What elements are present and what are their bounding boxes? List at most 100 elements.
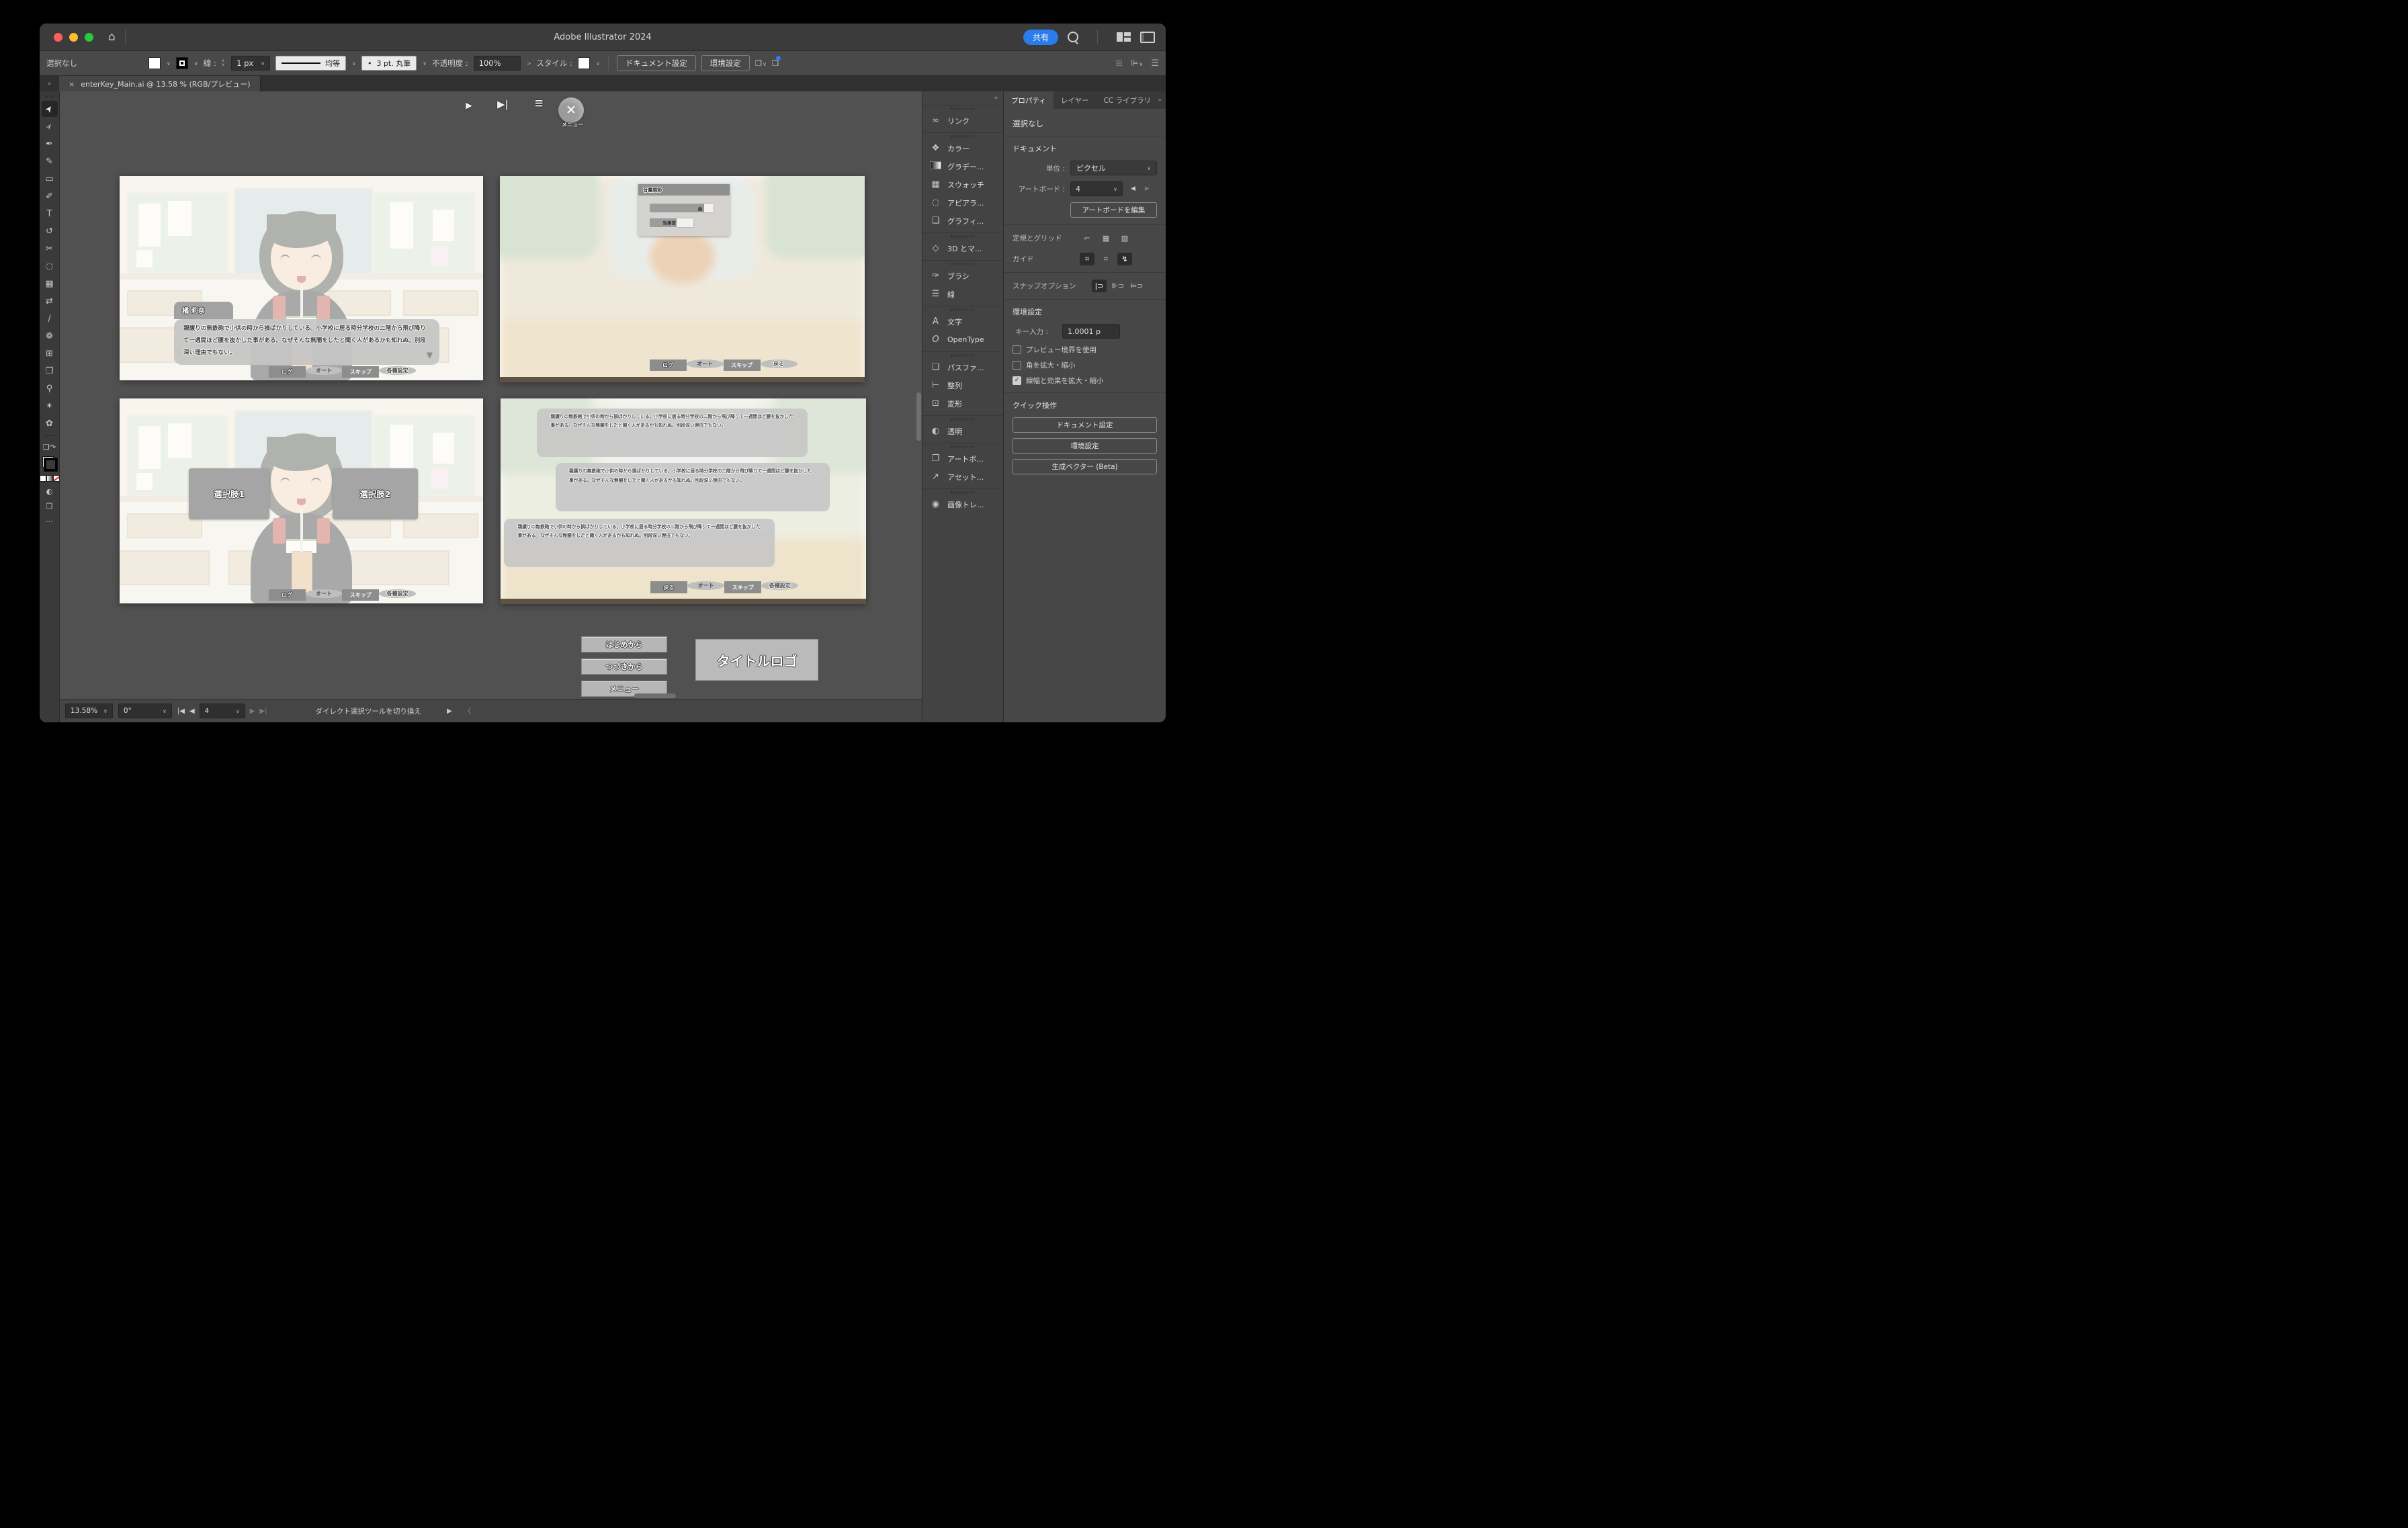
snap-to-pixel-icon[interactable]: ⊨⊃	[1129, 280, 1144, 292]
choice-1-button[interactable]: 選択肢1	[189, 468, 270, 519]
search-icon[interactable]	[1068, 32, 1078, 42]
blob-brush-tool[interactable]: ✿	[42, 415, 58, 431]
export-icon[interactable]: ❒	[772, 58, 779, 68]
auto-button[interactable]: オート	[687, 359, 724, 368]
draw-mode-icon[interactable]: ❏↷	[42, 440, 58, 454]
snap-to-point-icon[interactable]: |⊃	[1092, 280, 1107, 292]
width-tool[interactable]: ⇄	[42, 293, 58, 309]
stroke-swatch[interactable]	[176, 57, 188, 69]
chevron-down-icon[interactable]: ∨	[423, 60, 427, 67]
more-tools-icon[interactable]: ⋯	[42, 514, 58, 527]
home-icon[interactable]: ⌂	[108, 32, 116, 43]
unit-select[interactable]: ピクセル∨	[1070, 161, 1157, 175]
prev-artboard-icon[interactable]: ◀	[189, 708, 195, 715]
blend-tool[interactable]: ❁	[42, 328, 58, 344]
color-mode-buttons[interactable]	[40, 475, 60, 482]
share-button[interactable]: 共有	[1023, 30, 1058, 45]
arrange-documents-icon[interactable]: ⊞	[1115, 58, 1123, 69]
panel-grip[interactable]	[951, 263, 974, 265]
panel-grip[interactable]	[951, 418, 974, 421]
eyedropper-tool[interactable]: ∕	[42, 310, 58, 327]
zoom-level-select[interactable]: 13.58%∨	[65, 704, 113, 718]
artboard-number-field[interactable]: 4∨	[1070, 181, 1123, 196]
dialogue-box[interactable]: 親譲りの無鉄砲で小供の時から損ばかりしている。小学校に居る時分学校の二階から飛び…	[174, 319, 439, 365]
status-chevron-icon[interactable]: 〈	[464, 706, 472, 716]
quick-document-setup-button[interactable]: ドキュメント設定	[1013, 417, 1157, 433]
smart-guides-icon[interactable]: ↯	[1117, 253, 1132, 265]
artboard-tool[interactable]: ❒	[42, 363, 58, 379]
document-tab[interactable]: × enterKey_Main.ai @ 13.58 % (RGB/プレビュー)	[59, 76, 261, 92]
skip-button[interactable]: スキップ	[342, 589, 379, 601]
prev-artboard-icon[interactable]: ◀	[1131, 185, 1135, 192]
music-volume-slider[interactable]: 曲	[650, 204, 706, 212]
type-tool[interactable]: T	[42, 206, 58, 222]
snap-to-grid-icon[interactable]: ⊪⊃	[1111, 280, 1125, 292]
auto-button[interactable]: オート	[687, 581, 724, 590]
artboard-number-select[interactable]: 4∨	[200, 704, 245, 718]
next-artboard-icon[interactable]: ▶	[1145, 185, 1150, 192]
keyboard-increment-field[interactable]: 1.0001 p	[1062, 324, 1120, 339]
auto-button[interactable]: オート	[306, 366, 343, 375]
toolbar-grip[interactable]	[45, 95, 54, 97]
scale-corners-row[interactable]: 角を拡大・縮小	[1013, 360, 1157, 370]
scissors-tool[interactable]: ✂	[42, 241, 58, 257]
fill-swatch[interactable]	[148, 57, 161, 69]
lock-guides-icon[interactable]: ⌗	[1099, 253, 1113, 265]
settings-button[interactable]: 各種設定	[379, 366, 416, 375]
pen-tool[interactable]: ✒	[42, 136, 58, 152]
panel-stroke[interactable]: ☰線	[922, 285, 1003, 303]
tab-layers[interactable]: レイヤー	[1054, 91, 1096, 109]
chevron-right-icon[interactable]: >	[527, 60, 531, 67]
scale-strokes-row[interactable]: ✓ 線幅と効果を拡大・縮小	[1013, 376, 1157, 386]
play-status-icon[interactable]: ▶	[447, 708, 452, 715]
artboard-2[interactable]: 音量調節 曲 効果音 ログ オート スキップ 戻る	[500, 176, 865, 382]
panel-toggle-icon[interactable]	[1140, 32, 1155, 43]
document-setup-button[interactable]: ドキュメント設定	[617, 55, 696, 71]
skip-button[interactable]: スキップ	[724, 581, 761, 593]
workspace-icon[interactable]	[1117, 32, 1131, 42]
opacity-field[interactable]: 100%	[474, 56, 521, 71]
ruler-icon[interactable]: ⌐	[1080, 232, 1094, 245]
panel-3d[interactable]: ◇3D とマ...	[922, 239, 1003, 257]
panel-gradient[interactable]: グラデー...	[922, 157, 1003, 175]
chevron-down-icon[interactable]: ∨	[596, 60, 600, 67]
minimize-window-button[interactable]	[69, 33, 78, 42]
panel-links[interactable]: ∞リンク	[922, 112, 1003, 130]
edit-artboards-button[interactable]: アートボードを編集	[1070, 202, 1157, 218]
stroke-width-field[interactable]: 1 px∨	[231, 56, 270, 71]
brush-select[interactable]: •3 pt. 丸筆	[361, 56, 417, 71]
panel-swatches[interactable]: ▦スウォッチ	[922, 175, 1003, 194]
toolbar-collapse-icon[interactable]: »	[40, 76, 59, 92]
crop-widget-icon[interactable]: ❒∨	[755, 58, 767, 68]
panel-opentype[interactable]: OOpenType	[922, 331, 1003, 349]
stroke-width-stepper[interactable]: ∧∨	[222, 59, 224, 67]
none-button[interactable]	[53, 475, 60, 482]
selection-tool[interactable]: ➤	[42, 101, 58, 117]
continue-button-object[interactable]: つづきから	[581, 659, 667, 675]
generative-vector-button[interactable]: 生成ベクター (Beta)	[1013, 459, 1157, 474]
panel-color[interactable]: ❖カラー	[922, 139, 1003, 157]
vertical-scrollbar[interactable]	[916, 392, 921, 441]
panel-brushes[interactable]: ✑ブラシ	[922, 267, 1003, 285]
panel-grip[interactable]	[951, 445, 974, 448]
last-artboard-icon[interactable]: ▶|	[259, 708, 267, 715]
panel-grip[interactable]	[951, 491, 974, 494]
music-volume-thumb[interactable]	[704, 204, 714, 212]
panel-grip[interactable]	[951, 308, 974, 311]
color-button[interactable]	[40, 475, 46, 482]
volume-dialog[interactable]: 音量調節 曲 効果音	[638, 184, 730, 236]
close-window-button[interactable]	[54, 33, 62, 42]
checkbox-unchecked-icon[interactable]	[1013, 361, 1021, 370]
panel-transparency[interactable]: ◐透明	[922, 422, 1003, 440]
panel-image-trace[interactable]: ◉画像トレ...	[922, 495, 1003, 513]
log-button[interactable]: ログ	[269, 366, 306, 378]
log-button[interactable]: ログ	[269, 589, 306, 601]
skip-button[interactable]: スキップ	[342, 366, 379, 378]
screen-mode-icon[interactable]: ◐	[42, 484, 58, 498]
sfx-volume-thumb[interactable]	[677, 218, 693, 227]
skip-icon-object[interactable]: ▶|	[497, 98, 509, 110]
draw-normal-icon[interactable]: ❐	[42, 499, 58, 513]
back-button[interactable]: 戻る	[761, 359, 798, 368]
panel-more-icon[interactable]: »	[1158, 91, 1162, 109]
start-button-object[interactable]: はじめから	[581, 636, 667, 652]
